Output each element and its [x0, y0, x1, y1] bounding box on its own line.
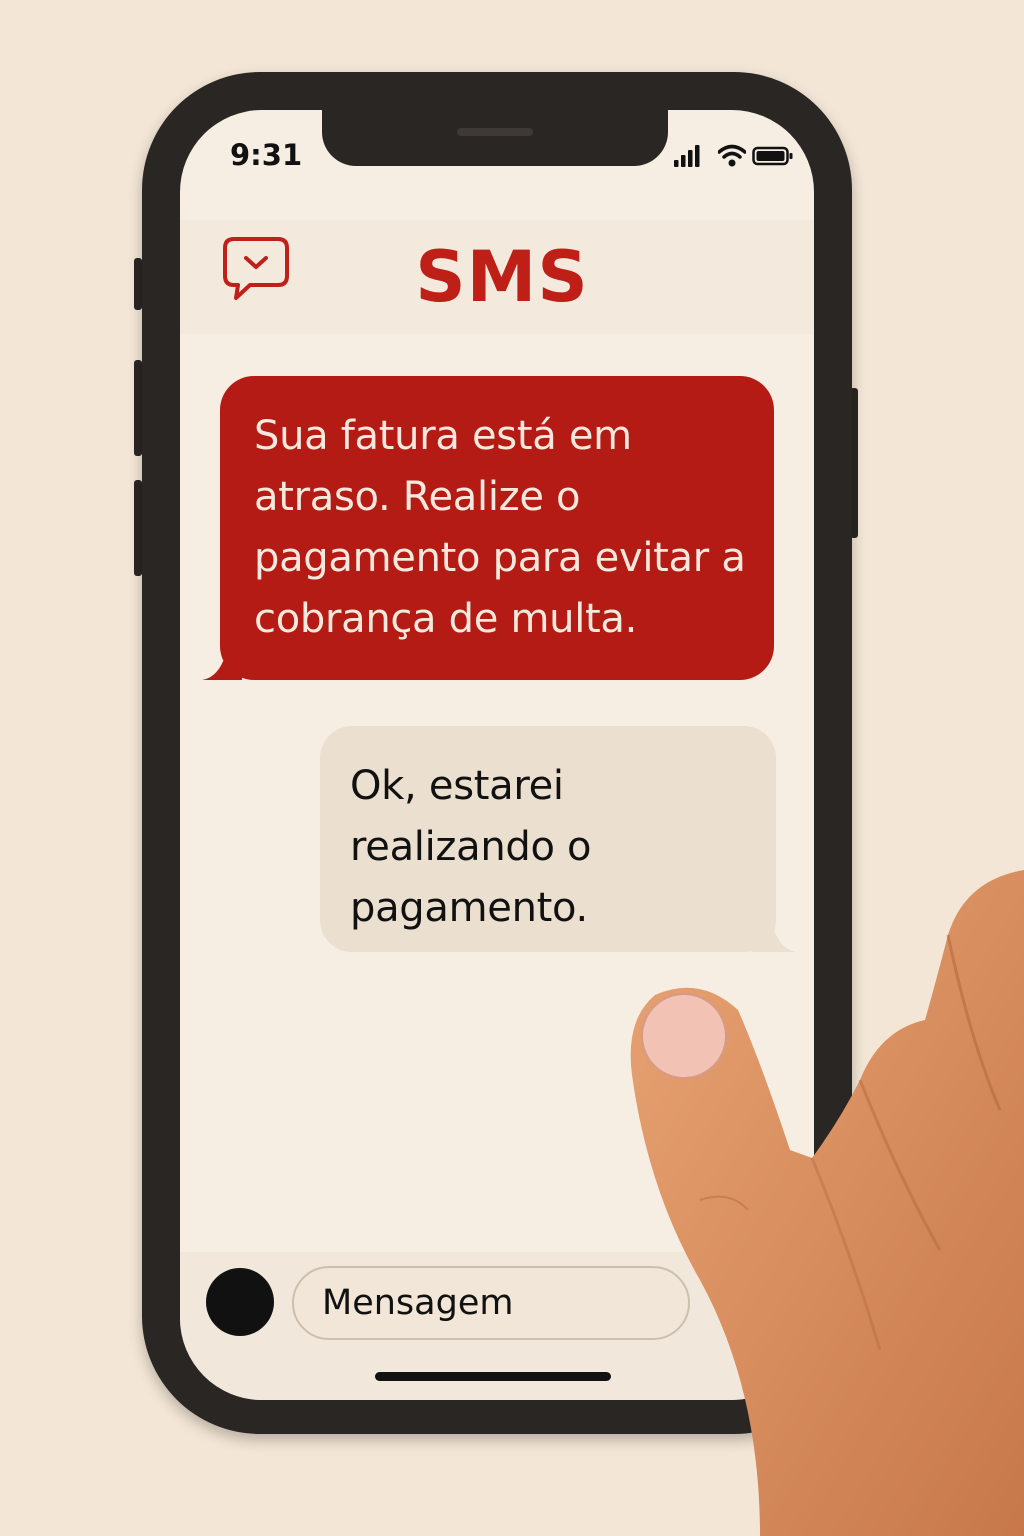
message-input[interactable]: Mensagem [292, 1266, 690, 1340]
page-title: SMS [415, 236, 589, 318]
home-indicator [375, 1372, 611, 1381]
camera-button[interactable] [206, 1268, 274, 1336]
outgoing-message-bubble: Ok, estarei realizando o pagamento. [320, 726, 776, 952]
battery-icon [752, 146, 793, 166]
volume-down-button [134, 480, 142, 576]
signal-icon [674, 145, 700, 167]
notch [322, 110, 668, 166]
incoming-message-bubble: Sua fatura está em atraso. Realize o pag… [220, 376, 774, 680]
wifi-icon [718, 144, 746, 167]
status-time: 9:31 [230, 138, 303, 172]
phone-screen: 9:31 SMS Sua fatura está em atraso. Real… [180, 110, 814, 1400]
volume-up-button [134, 360, 142, 456]
conversation-header: SMS [180, 220, 814, 334]
speaker-grille [457, 128, 533, 136]
mute-switch [134, 258, 142, 310]
